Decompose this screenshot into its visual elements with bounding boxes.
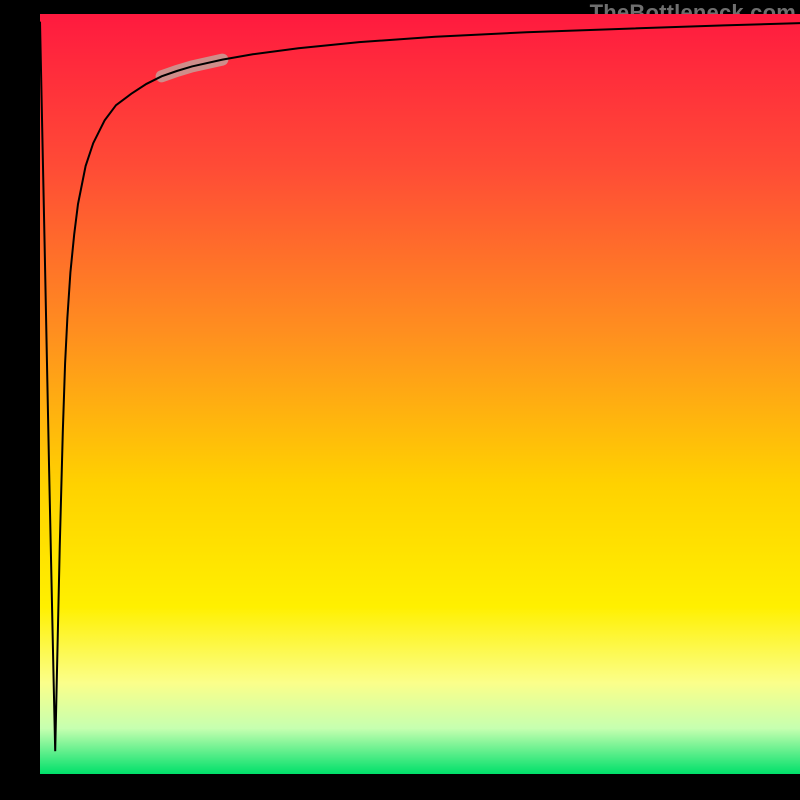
chart-svg	[40, 14, 800, 774]
gradient-background	[40, 14, 800, 774]
plot-area	[40, 14, 800, 774]
chart-frame: TheBottleneck.com	[0, 0, 800, 800]
